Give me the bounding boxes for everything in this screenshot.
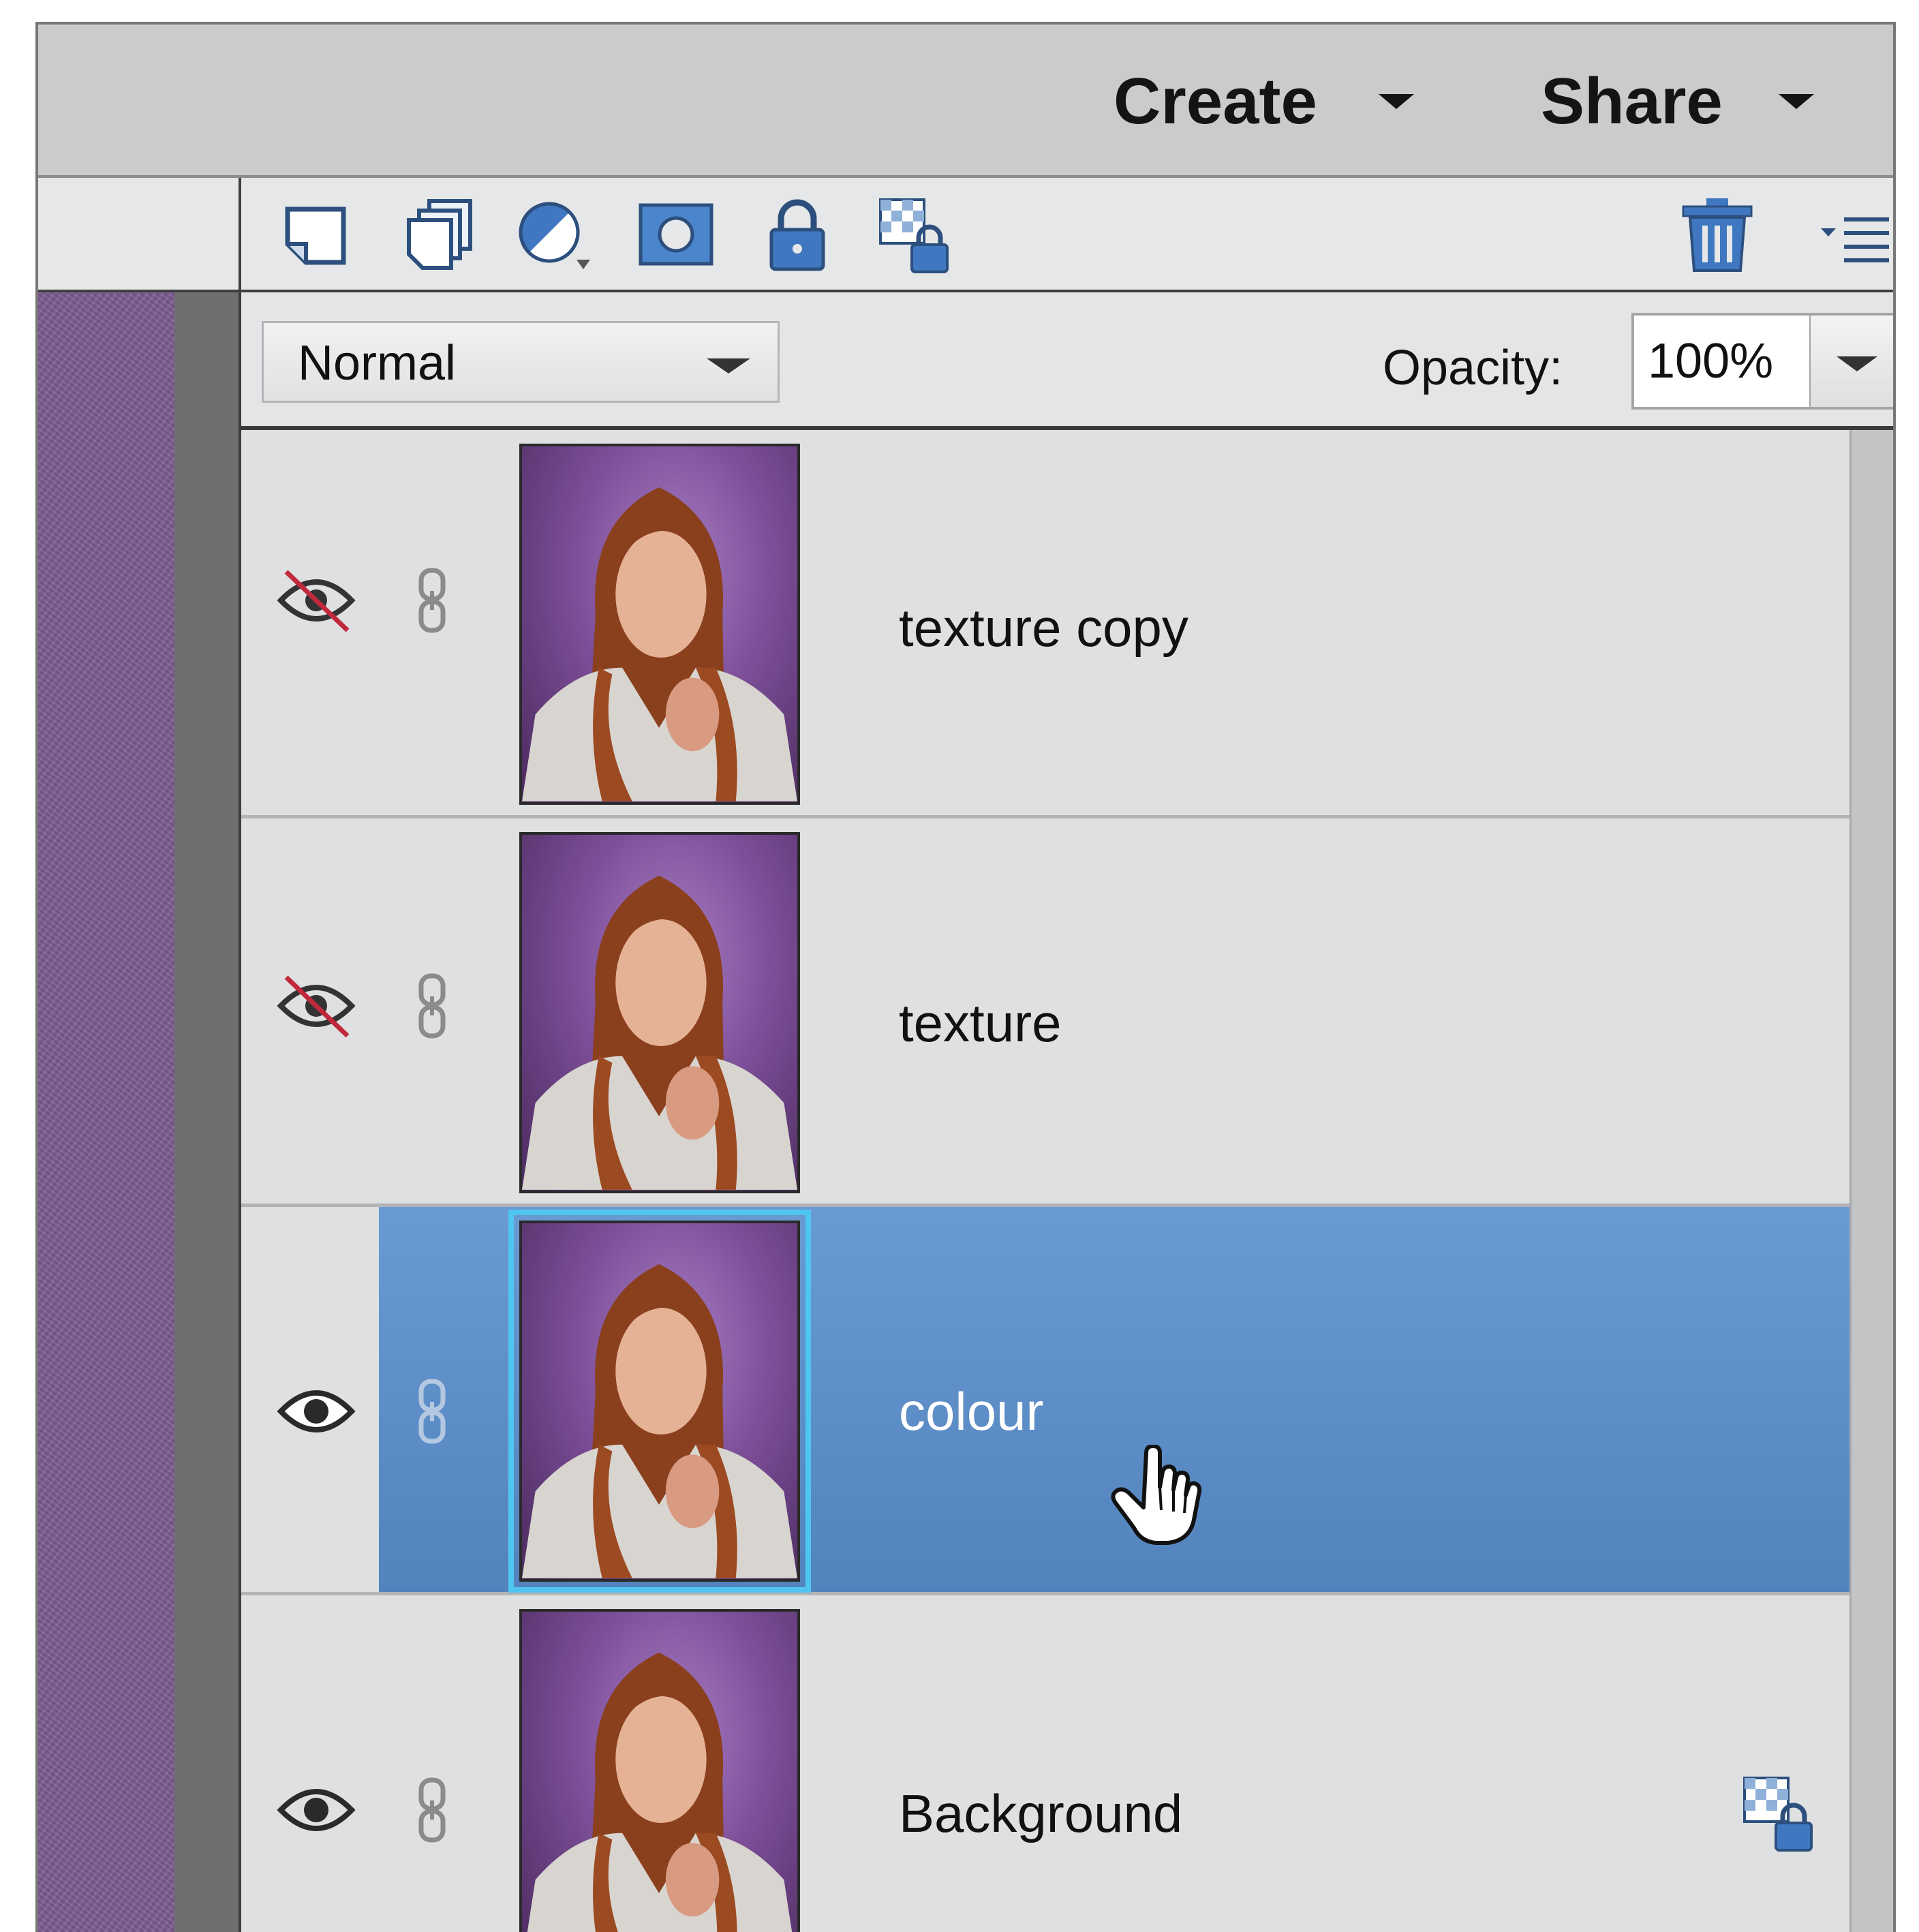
layers-panel-window: Create Share Normal Opacity: 100% textur… — [35, 22, 1896, 1932]
layer-mask-icon[interactable] — [635, 194, 717, 276]
new-layer-icon[interactable] — [275, 194, 357, 276]
blend-options-row: Normal Opacity: — [241, 292, 1893, 430]
layer-thumbnail — [519, 444, 800, 805]
link-chain-icon[interactable] — [412, 1776, 452, 1844]
hand-cursor-icon — [1111, 1444, 1206, 1547]
layers-scrollbar[interactable] — [1849, 430, 1893, 1932]
trash-icon[interactable] — [1676, 194, 1758, 276]
blend-mode-select[interactable]: Normal — [262, 321, 780, 403]
layer-thumbnail — [519, 1609, 800, 1932]
adjustment-layer-icon[interactable] — [514, 194, 596, 276]
layer-name: texture copy — [899, 598, 1188, 658]
opacity-label: Opacity: — [1383, 341, 1563, 395]
canvas-texture-strip — [38, 292, 174, 1932]
panel-menu-icon[interactable] — [1815, 194, 1893, 276]
new-group-icon[interactable] — [397, 194, 478, 276]
layer-thumbnail — [519, 832, 800, 1193]
chevron-down-icon — [707, 358, 750, 373]
create-menu-button[interactable]: Create — [1114, 57, 1414, 146]
hidden-eye-icon[interactable] — [275, 566, 357, 634]
link-chain-icon[interactable] — [412, 972, 452, 1040]
opacity-input[interactable] — [1631, 313, 1812, 410]
panel-divider — [174, 292, 241, 1932]
layers-list: texture copy texture colour Background — [241, 430, 1849, 1932]
link-chain-icon[interactable] — [412, 566, 452, 634]
top-bar: Create Share — [38, 25, 1893, 178]
lock-all-icon[interactable] — [756, 194, 838, 276]
eye-icon[interactable] — [275, 1377, 357, 1445]
share-chevron-down-icon — [1778, 94, 1814, 109]
link-chain-icon[interactable] — [412, 1377, 452, 1445]
layer-name: texture — [899, 993, 1062, 1053]
chevron-down-icon — [1837, 356, 1877, 371]
layer-thumbnail — [508, 1210, 811, 1593]
lock-transparency-icon[interactable] — [876, 194, 958, 276]
eye-icon[interactable] — [275, 1776, 357, 1844]
layer-name: colour — [899, 1381, 1044, 1441]
share-menu-button[interactable]: Share — [1541, 57, 1814, 146]
hidden-eye-icon[interactable] — [275, 972, 357, 1040]
create-label: Create — [1114, 65, 1317, 138]
blend-mode-value: Normal — [298, 336, 457, 390]
opacity-dropdown-button[interactable] — [1809, 313, 1893, 410]
share-label: Share — [1541, 65, 1723, 138]
layer-row[interactable]: texture — [241, 818, 1849, 1207]
layer-row[interactable]: Background — [241, 1595, 1849, 1932]
layer-name: Background — [899, 1783, 1183, 1843]
create-chevron-down-icon — [1378, 94, 1414, 109]
left-gutter-header — [38, 178, 241, 292]
lock-transparency-icon — [1740, 1773, 1822, 1854]
layers-panel: Normal Opacity: texture copy — [241, 178, 1893, 1932]
layers-toolbar — [241, 178, 1893, 292]
layer-row[interactable]: texture copy — [241, 430, 1849, 818]
layer-row-selected[interactable]: colour — [241, 1207, 1849, 1595]
